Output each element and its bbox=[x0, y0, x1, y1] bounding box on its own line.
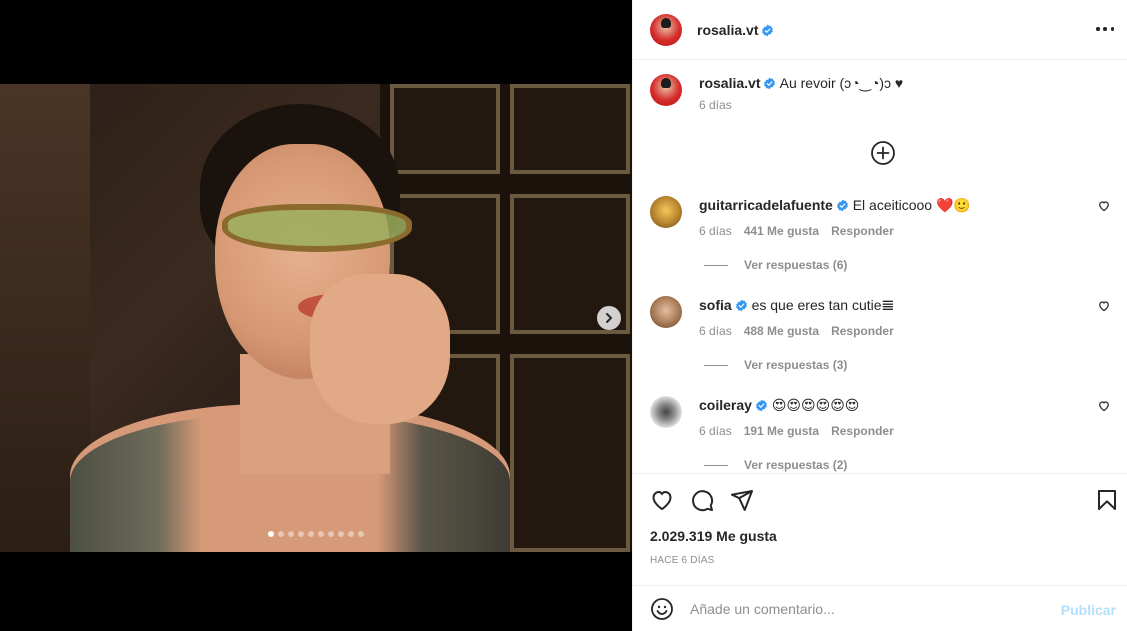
carousel-dot bbox=[328, 531, 334, 537]
comment-text: El aceiticooo ❤️🙂 bbox=[852, 197, 971, 213]
carousel-dot bbox=[348, 531, 354, 537]
view-replies-button[interactable]: Ver respuestas (3) bbox=[704, 358, 847, 372]
carousel-dot bbox=[268, 531, 274, 537]
verified-badge-icon bbox=[735, 299, 747, 312]
more-options-icon[interactable] bbox=[1096, 20, 1114, 38]
caption-text: Au revoir (ɔ◔‿◔)ɔ ♥ bbox=[779, 75, 904, 91]
comment-likes[interactable]: 488 Me gusta bbox=[744, 322, 819, 340]
comment-avatar[interactable] bbox=[650, 396, 682, 428]
comment-avatar[interactable] bbox=[650, 296, 682, 328]
comment-avatar[interactable] bbox=[650, 196, 682, 228]
like-comment-heart-icon[interactable] bbox=[1098, 400, 1110, 412]
carousel-dot bbox=[288, 531, 294, 537]
comment-text: es que eres tan cutie𝌆 bbox=[751, 297, 895, 313]
carousel-dot bbox=[308, 531, 314, 537]
caption-username[interactable]: rosalia.vt bbox=[699, 75, 760, 91]
carousel-dot bbox=[338, 531, 344, 537]
reply-button[interactable]: Responder bbox=[831, 222, 894, 240]
post-header: rosalia.vt bbox=[633, 0, 1127, 60]
comment-item: coileray 😍😍😍😍😍😍 6 días 191 Me gusta Resp… bbox=[650, 396, 1120, 440]
verified-badge-icon bbox=[764, 77, 776, 90]
post-side-panel: rosalia.vt rosalia.vt Au revoir (ɔ◔‿◔)ɔ … bbox=[632, 0, 1127, 631]
like-heart-icon[interactable] bbox=[650, 488, 674, 512]
author-avatar[interactable] bbox=[650, 13, 682, 46]
action-bar bbox=[633, 473, 1127, 525]
comment-time: 6 días bbox=[699, 324, 732, 338]
comment-bubble-icon[interactable] bbox=[690, 488, 714, 512]
comment-username[interactable]: sofia bbox=[699, 297, 732, 313]
comment-username[interactable]: coileray bbox=[699, 397, 752, 413]
comment-username[interactable]: guitarricadelafuente bbox=[699, 197, 833, 213]
post-photo[interactable] bbox=[0, 84, 632, 552]
carousel-dot bbox=[358, 531, 364, 537]
post-media bbox=[0, 0, 632, 631]
like-comment-heart-icon[interactable] bbox=[1098, 200, 1110, 212]
emoji-smiley-icon[interactable] bbox=[650, 597, 674, 621]
verified-badge-icon bbox=[836, 199, 848, 212]
comment-composer: Publicar bbox=[633, 585, 1127, 631]
author-username[interactable]: rosalia.vt bbox=[697, 22, 758, 38]
carousel-dot bbox=[298, 531, 304, 537]
post-time[interactable]: HACE 6 DÍAS bbox=[650, 555, 714, 566]
comment-item: sofia es que eres tan cutie𝌆 6 días 488 … bbox=[650, 296, 1120, 340]
load-more-comments-icon[interactable] bbox=[870, 140, 896, 166]
verified-badge-icon bbox=[756, 399, 767, 412]
likes-count[interactable]: 2.029.319 Me gusta bbox=[650, 528, 777, 544]
comment-input[interactable] bbox=[690, 600, 1040, 617]
chevron-right-icon bbox=[606, 313, 613, 323]
verified-badge-icon bbox=[762, 24, 774, 36]
view-replies-button[interactable]: Ver respuestas (2) bbox=[704, 458, 847, 472]
like-comment-heart-icon[interactable] bbox=[1098, 300, 1110, 312]
comment-time: 6 días bbox=[699, 224, 732, 238]
caption-time: 6 días bbox=[699, 98, 732, 112]
caption-avatar[interactable] bbox=[650, 74, 682, 106]
carousel-dot bbox=[318, 531, 324, 537]
comment-likes[interactable]: 191 Me gusta bbox=[744, 422, 819, 440]
comment-item: guitarricadelafuente El aceiticooo ❤️🙂 6… bbox=[650, 196, 1120, 240]
comment-likes[interactable]: 441 Me gusta bbox=[744, 222, 819, 240]
comments-section: rosalia.vt Au revoir (ɔ◔‿◔)ɔ ♥ 6 días gu… bbox=[633, 60, 1127, 473]
reply-button[interactable]: Responder bbox=[831, 322, 894, 340]
reply-button[interactable]: Responder bbox=[831, 422, 894, 440]
post-caption: rosalia.vt Au revoir (ɔ◔‿◔)ɔ ♥ 6 días bbox=[650, 74, 903, 114]
view-replies-button[interactable]: Ver respuestas (6) bbox=[704, 258, 847, 272]
carousel-next-button[interactable] bbox=[597, 306, 621, 330]
publish-button[interactable]: Publicar bbox=[1061, 602, 1116, 618]
save-bookmark-icon[interactable] bbox=[1095, 488, 1119, 512]
carousel-dot bbox=[278, 531, 284, 537]
comment-time: 6 días bbox=[699, 424, 732, 438]
carousel-dots bbox=[0, 531, 632, 537]
share-paper-plane-icon[interactable] bbox=[730, 488, 754, 512]
comment-text: 😍😍😍😍😍😍 bbox=[771, 397, 860, 413]
